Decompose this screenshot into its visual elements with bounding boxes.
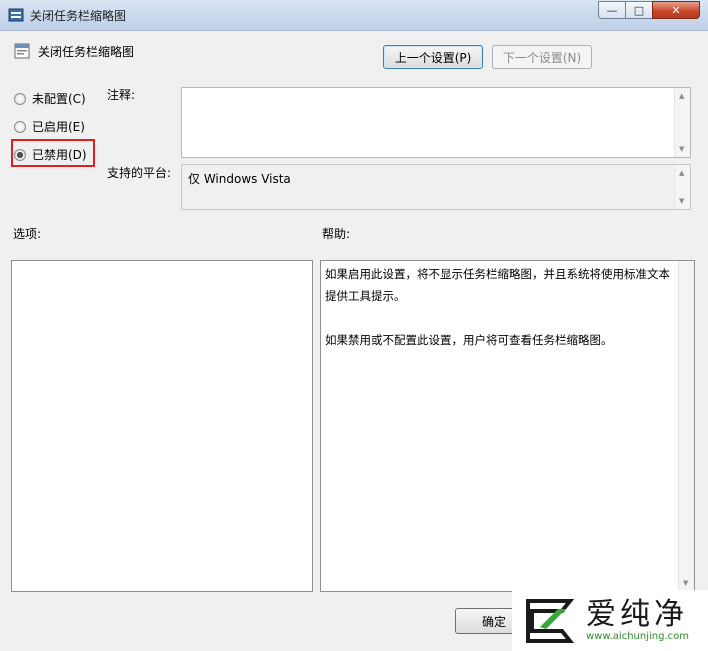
close-button[interactable]: ✕ <box>652 1 700 19</box>
watermark: 爱纯净 www.aichunjing.com <box>512 590 708 651</box>
platform-value: 仅 Windows Vista <box>188 172 291 186</box>
help-scrollbar[interactable]: ▼ <box>678 261 694 591</box>
policy-icon <box>8 8 24 22</box>
help-paragraph: 如果启用此设置，将不显示任务栏缩略图，并且系统将使用标准文本提供工具提示。 <box>325 267 670 303</box>
watermark-url: www.aichunjing.com <box>586 631 689 642</box>
comment-label: 注释: <box>107 88 136 102</box>
watermark-brand: 爱纯净 <box>586 597 688 632</box>
radio-button[interactable] <box>14 120 26 133</box>
previous-setting-button[interactable]: 上一个设置(P) <box>383 45 483 69</box>
radio-button[interactable] <box>14 92 26 105</box>
scroll-down-icon[interactable]: ▼ <box>679 197 684 205</box>
comment-scrollbar[interactable]: ▲ ▼ <box>674 88 690 157</box>
title-bar[interactable]: 关闭任务栏缩略图 — □ ✕ <box>0 0 708 31</box>
highlight-box <box>11 139 95 167</box>
next-setting-button[interactable]: 下一个设置(N) <box>492 45 592 69</box>
watermark-text: 爱纯净 www.aichunjing.com <box>586 597 689 643</box>
radio-enabled[interactable]: 已启用(E) <box>14 118 85 135</box>
setting-icon <box>14 43 30 59</box>
comment-input[interactable]: ▲ ▼ <box>181 87 691 158</box>
scroll-down-icon[interactable]: ▼ <box>679 145 684 153</box>
platform-label: 支持的平台: <box>107 166 172 180</box>
scroll-up-icon[interactable]: ▲ <box>679 169 684 177</box>
options-panel <box>11 260 313 592</box>
window-title: 关闭任务栏缩略图 <box>30 9 127 23</box>
scroll-down-icon[interactable]: ▼ <box>683 579 688 587</box>
options-label: 选项: <box>13 227 42 241</box>
radio-label: 未配置(C) <box>32 92 86 106</box>
minimize-button[interactable]: — <box>598 1 626 19</box>
help-text: 如果启用此设置，将不显示任务栏缩略图，并且系统将使用标准文本提供工具提示。 如果… <box>325 263 677 373</box>
help-paragraph: 如果禁用或不配置此设置，用户将可查看任务栏缩略图。 <box>325 333 613 347</box>
watermark-logo-icon <box>526 598 575 643</box>
scroll-up-icon[interactable]: ▲ <box>679 92 684 100</box>
help-panel: 如果启用此设置，将不显示任务栏缩略图，并且系统将使用标准文本提供工具提示。 如果… <box>320 260 695 592</box>
platform-field: 仅 Windows Vista ▲ ▼ <box>181 164 691 210</box>
setting-title: 关闭任务栏缩略图 <box>38 45 135 59</box>
maximize-button[interactable]: □ <box>625 1 653 19</box>
platform-scrollbar[interactable]: ▲ ▼ <box>674 165 690 209</box>
radio-label: 已启用(E) <box>32 120 85 134</box>
radio-not-configured[interactable]: 未配置(C) <box>14 90 86 107</box>
help-label: 帮助: <box>322 227 351 241</box>
